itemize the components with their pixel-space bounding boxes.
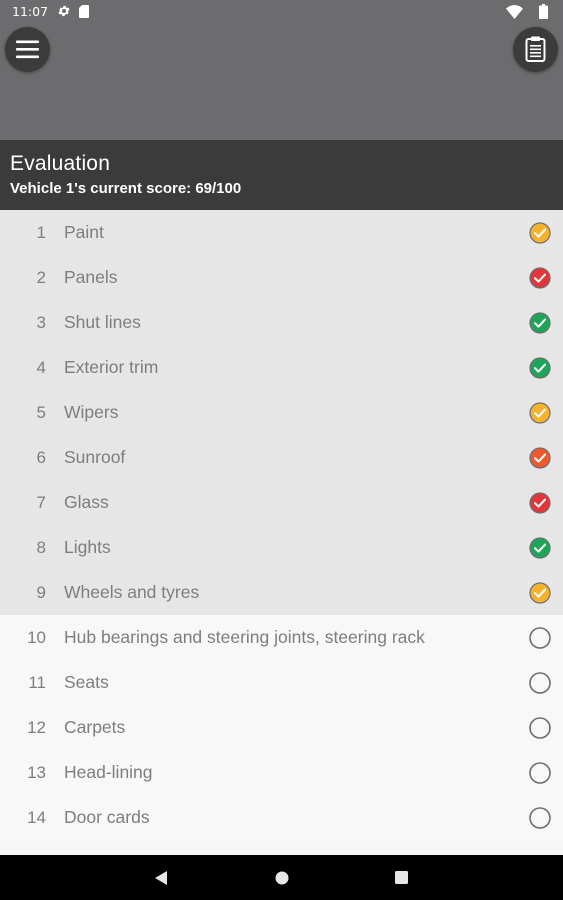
row-label: Exterior trim [64,357,159,377]
score-text: Vehicle 1's current score: 69/100 [10,180,242,197]
checklist-row[interactable]: 4 Exterior trim [0,345,563,390]
row-number: 11 [28,673,46,692]
checklist-row[interactable]: 9 Wheels and tyres [0,570,563,615]
row-number: 12 [27,718,46,737]
row-label: Wheels and tyres [64,582,200,602]
unchecked-circle-icon[interactable] [529,717,551,739]
checklist-row[interactable]: 5 Wipers [0,390,563,435]
status-amber-check-icon[interactable] [529,582,551,604]
recents-square-icon[interactable] [395,871,408,884]
status-green-check-icon[interactable] [529,537,551,559]
row-number: 8 [36,538,46,557]
toolbar-area [0,24,563,140]
status-bar: 11:07 [0,0,563,24]
checklist-row[interactable]: 8 Lights [0,525,563,570]
row-label: Carpets [64,717,126,737]
status-time: 11:07 [12,4,49,19]
status-amber-check-icon[interactable] [529,222,551,244]
checklist-row[interactable]: 7 Glass [0,480,563,525]
row-number: 6 [36,448,46,467]
checklist-row[interactable]: 13 Head-lining [0,750,563,795]
row-label: Sunroof [64,447,126,467]
row-label: Wipers [64,402,119,422]
sd-card-icon [79,5,89,18]
app-screen: 11:07 Evaluation Vehicle 1's current sco… [0,0,563,900]
clipboard-icon [525,36,546,62]
row-number: 10 [27,628,46,647]
home-circle-icon[interactable] [275,871,289,885]
menu-button[interactable] [5,27,50,72]
row-number: 3 [36,313,46,332]
row-label: Paint [64,222,104,242]
row-label: Seats [64,672,109,692]
navigation-bar [0,855,563,900]
checklist-row[interactable]: 14 Door cards [0,795,563,840]
evaluation-header: Evaluation Vehicle 1's current score: 69… [0,140,563,210]
row-label: Glass [64,492,109,512]
checklist-row[interactable]: 3 Shut lines [0,300,563,345]
status-orange-check-icon[interactable] [529,447,551,469]
row-number: 4 [36,358,46,377]
checklist-row[interactable]: 10 Hub bearings and steering joints, stee… [0,615,563,660]
row-number: 9 [36,583,46,602]
unchecked-circle-icon[interactable] [529,672,551,694]
checklist-row[interactable]: 6 Sunroof [0,435,563,480]
row-number: 13 [27,763,46,782]
back-triangle-icon[interactable] [154,870,168,886]
checklist-row[interactable]: 11 Seats [0,660,563,705]
status-red-check-icon[interactable] [529,267,551,289]
battery-icon [539,4,548,19]
unchecked-circle-icon[interactable] [529,762,551,784]
hamburger-menu-icon [16,40,39,59]
row-number: 5 [36,403,46,422]
row-label: Head-lining [64,762,153,782]
row-number: 2 [36,268,46,287]
checklist-row[interactable]: 2 Panels [0,255,563,300]
checklist-row[interactable]: 1 Paint [0,210,563,255]
clipboard-button[interactable] [513,27,558,72]
row-label: Panels [64,267,118,287]
checklist-row[interactable]: 12 Carpets [0,705,563,750]
row-label: Lights [64,537,111,557]
status-red-check-icon[interactable] [529,492,551,514]
row-number: 14 [27,808,46,827]
gear-icon [58,5,70,17]
status-green-check-icon[interactable] [529,357,551,379]
checklist: 1 Paint 2 Panels 3 Shut lines 4 Exterior trim 5 W… [0,210,563,855]
unchecked-circle-icon[interactable] [529,807,551,829]
unchecked-circle-icon[interactable] [529,627,551,649]
row-number: 7 [36,493,46,512]
row-label: Hub bearings and steering joints, steeri… [64,627,425,647]
row-label: Shut lines [64,312,141,332]
status-green-check-icon[interactable] [529,312,551,334]
row-number: 1 [36,223,46,242]
status-amber-check-icon[interactable] [529,402,551,424]
page-title: Evaluation [10,152,111,175]
row-label: Door cards [64,807,150,827]
wifi-icon [506,5,523,19]
